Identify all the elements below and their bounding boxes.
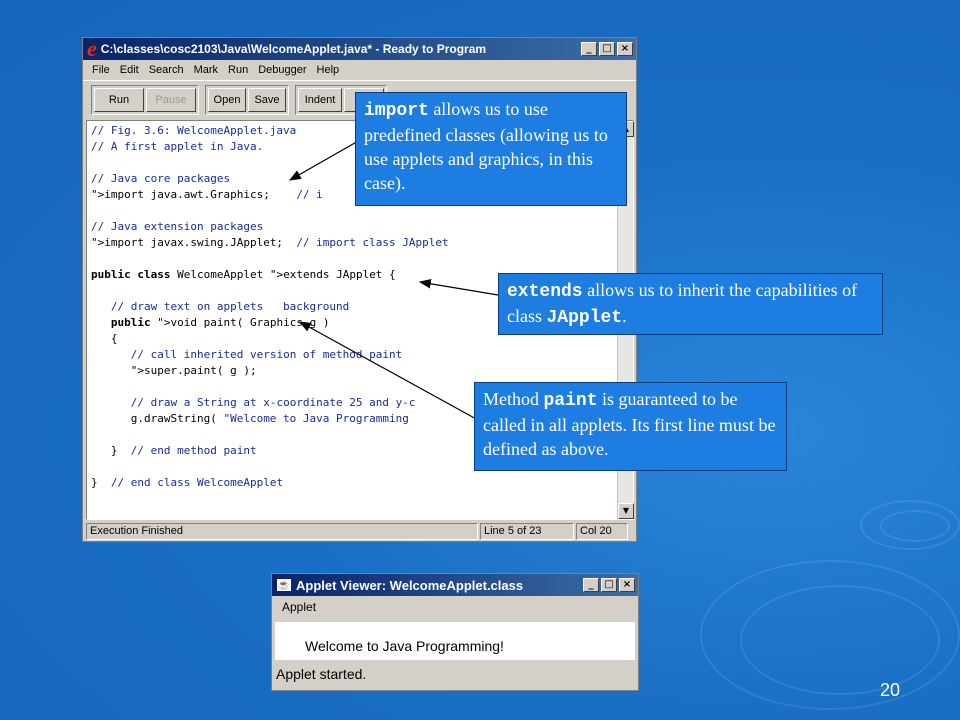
applet-status: Applet started. (276, 666, 367, 682)
minimize-button[interactable]: _ (583, 578, 599, 592)
callout-import-keyword: import (364, 101, 429, 121)
applet-viewer-titlebar[interactable]: ☕ Applet Viewer: WelcomeApplet.class _ □… (272, 574, 638, 596)
callout-extends-keyword: extends (507, 282, 583, 302)
callout-extends-class: JApplet (546, 308, 623, 328)
applet-message: Welcome to Java Programming! (305, 638, 504, 654)
callout-paint-keyword: paint (543, 391, 598, 411)
callout-import: import allows us to use predefined class… (355, 92, 627, 206)
callout-paint: Method paint is guaranteed to be called … (474, 382, 787, 471)
close-button[interactable]: × (619, 578, 635, 592)
applet-canvas: Welcome to Java Programming! (275, 622, 635, 660)
arrow-extends (418, 279, 499, 296)
applet-viewer-window: ☕ Applet Viewer: WelcomeApplet.class _ □… (271, 573, 639, 691)
applet-viewer-title: Applet Viewer: WelcomeApplet.class (296, 577, 524, 593)
java-cup-icon: ☕ (276, 578, 292, 592)
page-number: 20 (880, 680, 901, 700)
applet-menu[interactable]: Applet (272, 596, 638, 618)
callout-extends-end: . (622, 306, 627, 326)
callout-extends: extends allows us to inherit the capabil… (498, 273, 883, 335)
callout-paint-pre: Method (483, 389, 544, 409)
maximize-button[interactable]: □ (601, 578, 617, 592)
arrow-paint (298, 321, 479, 421)
arrow-import (288, 139, 361, 181)
